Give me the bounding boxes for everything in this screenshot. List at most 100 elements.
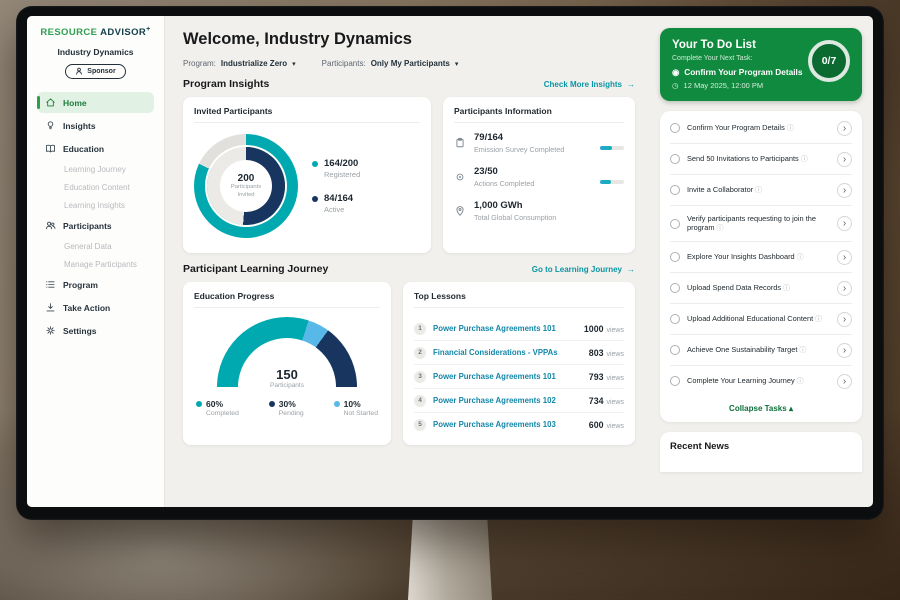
lesson-row[interactable]: 2 Financial Considerations - VPPAs 803vi…	[414, 341, 624, 365]
sidebar-item-program[interactable]: Program	[37, 274, 154, 295]
task-checkbox[interactable]	[670, 283, 680, 293]
views-count: 734	[589, 396, 604, 406]
task-label-wrap: Explore Your Insights Dashboardⓘ	[687, 252, 830, 262]
progress-fill	[600, 180, 611, 184]
clock-icon: ◷	[672, 81, 679, 90]
task-row[interactable]: Upload Additional Educational Contentⓘ ›	[670, 304, 852, 335]
info-row-text: 79/164 Emission Survey Completed	[474, 132, 592, 154]
gauge-legend: 60% Completed 30% Pending	[194, 391, 380, 419]
todo-card: Your To Do List Complete Your Next Task:…	[660, 28, 862, 101]
sidebar-item-settings[interactable]: Settings	[37, 320, 154, 341]
lesson-link[interactable]: Power Purchase Agreements 103	[433, 420, 582, 429]
task-label: Upload Additional Educational Content	[687, 314, 813, 323]
program-icon	[45, 279, 56, 290]
sidebar-item-education[interactable]: Education	[37, 138, 154, 159]
task-chevron[interactable]: ›	[837, 343, 852, 358]
gauge-center: 150 Participants	[217, 367, 357, 389]
task-label: Verify participants requesting to join t…	[687, 214, 816, 233]
task-chevron[interactable]: ›	[837, 121, 852, 136]
task-row[interactable]: Achieve One Sustainability Targetⓘ ›	[670, 335, 852, 366]
info-row-emission-survey: 79/164 Emission Survey Completed	[454, 132, 624, 154]
page-title: Welcome, Industry Dynamics	[183, 30, 635, 49]
brand-logo: RESOURCE ADVISOR+	[27, 26, 164, 38]
task-checkbox[interactable]	[670, 252, 680, 262]
sponsor-badge-label: Sponsor	[87, 68, 115, 75]
donut-center-label: Participants Invited	[224, 184, 268, 198]
info-row-text: 1,000 GWh Total Global Consumption	[474, 200, 592, 222]
info-icon: ⓘ	[797, 378, 804, 385]
task-checkbox[interactable]	[670, 219, 680, 229]
views-count: 600	[589, 420, 604, 430]
collapse-tasks-link[interactable]: Collapse Tasks ▴	[670, 396, 852, 418]
sidebar-item-take-action[interactable]: Take Action	[37, 297, 154, 318]
lesson-link[interactable]: Power Purchase Agreements 101	[433, 372, 582, 381]
radio-icon: ◉	[672, 67, 679, 77]
info-icon: ⓘ	[783, 285, 790, 292]
task-row[interactable]: Send 50 Invitations to Participantsⓘ ›	[670, 144, 852, 175]
task-checkbox[interactable]	[670, 185, 680, 195]
education-progress-card: Education Progress 150 Participants 60%	[183, 282, 391, 445]
task-checkbox[interactable]	[670, 376, 680, 386]
person-icon	[75, 67, 83, 75]
sidebar-item-insights[interactable]: Insights	[37, 115, 154, 136]
lesson-row[interactable]: 1 Power Purchase Agreements 101 1000view…	[414, 317, 624, 341]
section-title: Participant Learning Journey	[183, 263, 328, 275]
info-value: 23/50	[474, 166, 592, 177]
task-chevron[interactable]: ›	[837, 374, 852, 389]
task-row[interactable]: Verify participants requesting to join t…	[670, 206, 852, 242]
participants-filter[interactable]: Participants: Only My Participants ▾	[322, 59, 459, 68]
sidebar-item-participants[interactable]: Participants	[37, 215, 154, 236]
monitor-bezel: RESOURCE ADVISOR+ Industry Dynamics Spon…	[16, 6, 884, 520]
check-more-insights-link[interactable]: Check More Insights →	[544, 80, 635, 89]
todo-datetime: ◷ 12 May 2025, 12:00 PM	[672, 81, 850, 90]
task-row[interactable]: Explore Your Insights Dashboardⓘ ›	[670, 242, 852, 273]
task-row[interactable]: Complete Your Learning Journeyⓘ ›	[670, 366, 852, 396]
sidebar: RESOURCE ADVISOR+ Industry Dynamics Spon…	[27, 16, 165, 507]
task-checkbox[interactable]	[670, 154, 680, 164]
target-icon	[454, 171, 466, 183]
task-chevron[interactable]: ›	[837, 312, 852, 327]
sidebar-item-label: Settings	[63, 326, 97, 336]
sidebar-item-education-content[interactable]: Education Content	[37, 179, 154, 195]
survey-icon	[454, 137, 466, 149]
lesson-row[interactable]: 3 Power Purchase Agreements 101 793views	[414, 365, 624, 389]
task-checkbox[interactable]	[670, 314, 680, 324]
task-label-wrap: Send 50 Invitations to Participantsⓘ	[687, 154, 830, 164]
lesson-link[interactable]: Financial Considerations - VPPAs	[433, 348, 582, 357]
sidebar-item-general-data[interactable]: General Data	[37, 238, 154, 254]
task-row[interactable]: Upload Spend Data Recordsⓘ ›	[670, 273, 852, 304]
sidebar-item-manage-participants[interactable]: Manage Participants	[37, 256, 154, 272]
todo-next-task[interactable]: ◉ Confirm Your Program Details	[672, 67, 810, 77]
legend-dot	[269, 401, 275, 407]
link-label: Check More Insights	[544, 80, 622, 89]
collapse-label: Collapse Tasks	[729, 404, 787, 413]
program-insights-header: Program Insights Check More Insights →	[183, 78, 635, 90]
info-row-text: 23/50 Actions Completed	[474, 166, 592, 188]
go-to-learning-journey-link[interactable]: Go to Learning Journey →	[532, 265, 635, 274]
task-checkbox[interactable]	[670, 123, 680, 133]
task-chevron[interactable]: ›	[837, 281, 852, 296]
lesson-link[interactable]: Power Purchase Agreements 101	[433, 324, 577, 333]
task-checkbox[interactable]	[670, 345, 680, 355]
sidebar-item-learning-journey[interactable]: Learning Journey	[37, 161, 154, 177]
views-suffix: views	[606, 327, 624, 334]
program-filter[interactable]: Program: Industrialize Zero ▾	[183, 59, 296, 68]
task-label: Confirm Your Program Details	[687, 123, 785, 132]
learning-cards-row: Education Progress 150 Participants 60%	[183, 282, 635, 445]
lesson-rank: 4	[414, 395, 426, 407]
task-chevron[interactable]: ›	[837, 183, 852, 198]
sidebar-item-learning-insights[interactable]: Learning Insights	[37, 197, 154, 213]
task-label: Send 50 Invitations to Participants	[687, 154, 799, 163]
lesson-row[interactable]: 5 Power Purchase Agreements 103 600views	[414, 413, 624, 436]
legend-top: 60%	[196, 399, 239, 409]
task-row[interactable]: Confirm Your Program Detailsⓘ ›	[670, 113, 852, 144]
sidebar-item-home[interactable]: Home	[37, 92, 154, 113]
task-chevron[interactable]: ›	[837, 216, 852, 231]
task-row[interactable]: Invite a Collaboratorⓘ ›	[670, 175, 852, 206]
task-chevron[interactable]: ›	[837, 152, 852, 167]
lesson-link[interactable]: Power Purchase Agreements 102	[433, 396, 582, 405]
legend-item-completed: 60% Completed	[196, 399, 239, 417]
task-label: Complete Your Learning Journey	[687, 376, 795, 385]
lesson-row[interactable]: 4 Power Purchase Agreements 102 734views	[414, 389, 624, 413]
task-chevron[interactable]: ›	[837, 250, 852, 265]
